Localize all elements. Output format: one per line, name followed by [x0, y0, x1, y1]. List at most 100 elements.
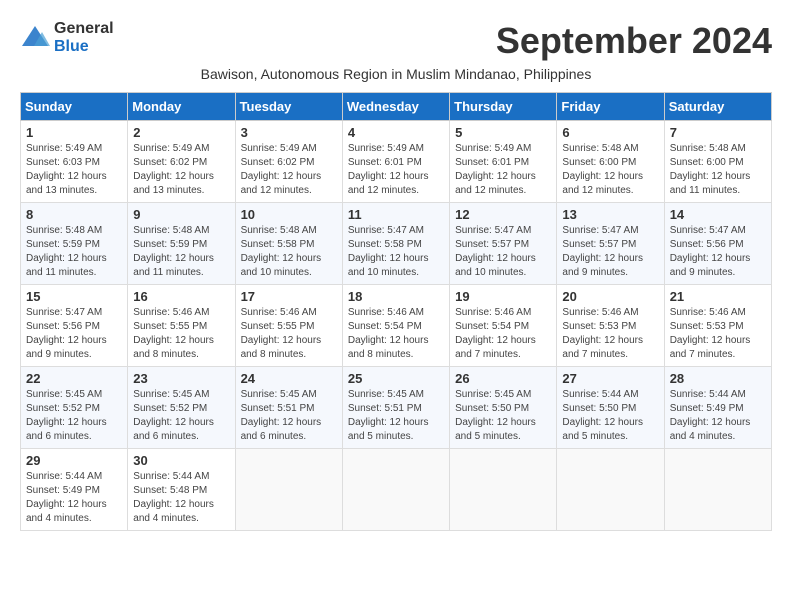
sunset-label: Sunset: 6:02 PM [133, 157, 207, 168]
sunrise-label: Sunrise: 5:46 AM [348, 307, 424, 318]
day-info: Sunrise: 5:49 AM Sunset: 6:01 PM Dayligh… [348, 142, 444, 198]
calendar-cell: 11 Sunrise: 5:47 AM Sunset: 5:58 PM Dayl… [342, 203, 449, 285]
page-subtitle: Bawison, Autonomous Region in Muslim Min… [20, 66, 772, 82]
sunrise-label: Sunrise: 5:49 AM [455, 143, 531, 154]
day-number: 6 [562, 125, 658, 140]
sunset-label: Sunset: 6:01 PM [455, 157, 529, 168]
calendar-table: SundayMondayTuesdayWednesdayThursdayFrid… [20, 92, 772, 531]
sunrise-label: Sunrise: 5:44 AM [562, 389, 638, 400]
daylight-label: Daylight: 12 hours and 11 minutes. [670, 171, 751, 196]
calendar-week-row: 22 Sunrise: 5:45 AM Sunset: 5:52 PM Dayl… [21, 367, 772, 449]
calendar-cell: 15 Sunrise: 5:47 AM Sunset: 5:56 PM Dayl… [21, 285, 128, 367]
day-info: Sunrise: 5:44 AM Sunset: 5:49 PM Dayligh… [670, 388, 766, 444]
sunset-label: Sunset: 6:01 PM [348, 157, 422, 168]
sunset-label: Sunset: 5:55 PM [133, 321, 207, 332]
sunset-label: Sunset: 5:54 PM [455, 321, 529, 332]
daylight-label: Daylight: 12 hours and 10 minutes. [241, 253, 322, 278]
sunrise-label: Sunrise: 5:48 AM [562, 143, 638, 154]
sunset-label: Sunset: 6:00 PM [670, 157, 744, 168]
day-number: 8 [26, 207, 122, 222]
day-info: Sunrise: 5:46 AM Sunset: 5:54 PM Dayligh… [348, 306, 444, 362]
day-info: Sunrise: 5:49 AM Sunset: 6:03 PM Dayligh… [26, 142, 122, 198]
calendar-cell: 29 Sunrise: 5:44 AM Sunset: 5:49 PM Dayl… [21, 449, 128, 531]
day-number: 2 [133, 125, 229, 140]
day-number: 22 [26, 371, 122, 386]
day-number: 15 [26, 289, 122, 304]
day-number: 5 [455, 125, 551, 140]
day-info: Sunrise: 5:45 AM Sunset: 5:52 PM Dayligh… [26, 388, 122, 444]
day-info: Sunrise: 5:48 AM Sunset: 5:58 PM Dayligh… [241, 224, 337, 280]
sunset-label: Sunset: 5:53 PM [562, 321, 636, 332]
day-info: Sunrise: 5:46 AM Sunset: 5:55 PM Dayligh… [241, 306, 337, 362]
day-info: Sunrise: 5:45 AM Sunset: 5:51 PM Dayligh… [241, 388, 337, 444]
daylight-label: Daylight: 12 hours and 12 minutes. [241, 171, 322, 196]
calendar-cell: 7 Sunrise: 5:48 AM Sunset: 6:00 PM Dayli… [664, 121, 771, 203]
day-header-wednesday: Wednesday [342, 93, 449, 121]
day-info: Sunrise: 5:44 AM Sunset: 5:50 PM Dayligh… [562, 388, 658, 444]
daylight-label: Daylight: 12 hours and 12 minutes. [348, 171, 429, 196]
day-info: Sunrise: 5:45 AM Sunset: 5:52 PM Dayligh… [133, 388, 229, 444]
daylight-label: Daylight: 12 hours and 10 minutes. [348, 253, 429, 278]
calendar-cell: 26 Sunrise: 5:45 AM Sunset: 5:50 PM Dayl… [450, 367, 557, 449]
sunset-label: Sunset: 6:03 PM [26, 157, 100, 168]
day-number: 21 [670, 289, 766, 304]
sunrise-label: Sunrise: 5:46 AM [241, 307, 317, 318]
day-number: 28 [670, 371, 766, 386]
sunset-label: Sunset: 5:57 PM [455, 239, 529, 250]
calendar-cell: 28 Sunrise: 5:44 AM Sunset: 5:49 PM Dayl… [664, 367, 771, 449]
calendar-cell: 21 Sunrise: 5:46 AM Sunset: 5:53 PM Dayl… [664, 285, 771, 367]
daylight-label: Daylight: 12 hours and 11 minutes. [133, 253, 214, 278]
daylight-label: Daylight: 12 hours and 10 minutes. [455, 253, 536, 278]
sunset-label: Sunset: 6:00 PM [562, 157, 636, 168]
sunset-label: Sunset: 5:52 PM [133, 403, 207, 414]
daylight-label: Daylight: 12 hours and 13 minutes. [133, 171, 214, 196]
month-title: September 2024 [496, 20, 772, 62]
daylight-label: Daylight: 12 hours and 4 minutes. [670, 417, 751, 442]
calendar-cell: 25 Sunrise: 5:45 AM Sunset: 5:51 PM Dayl… [342, 367, 449, 449]
daylight-label: Daylight: 12 hours and 6 minutes. [241, 417, 322, 442]
sunrise-label: Sunrise: 5:46 AM [670, 307, 746, 318]
calendar-cell: 1 Sunrise: 5:49 AM Sunset: 6:03 PM Dayli… [21, 121, 128, 203]
sunrise-label: Sunrise: 5:46 AM [133, 307, 209, 318]
sunset-label: Sunset: 5:55 PM [241, 321, 315, 332]
day-number: 16 [133, 289, 229, 304]
daylight-label: Daylight: 12 hours and 7 minutes. [562, 335, 643, 360]
daylight-label: Daylight: 12 hours and 4 minutes. [26, 499, 107, 524]
logo-blue: Blue [54, 38, 89, 55]
day-header-monday: Monday [128, 93, 235, 121]
sunrise-label: Sunrise: 5:45 AM [241, 389, 317, 400]
sunrise-label: Sunrise: 5:46 AM [455, 307, 531, 318]
calendar-week-row: 29 Sunrise: 5:44 AM Sunset: 5:49 PM Dayl… [21, 449, 772, 531]
sunset-label: Sunset: 5:58 PM [241, 239, 315, 250]
day-number: 7 [670, 125, 766, 140]
day-info: Sunrise: 5:46 AM Sunset: 5:53 PM Dayligh… [562, 306, 658, 362]
day-info: Sunrise: 5:49 AM Sunset: 6:02 PM Dayligh… [133, 142, 229, 198]
sunrise-label: Sunrise: 5:48 AM [670, 143, 746, 154]
day-info: Sunrise: 5:49 AM Sunset: 6:01 PM Dayligh… [455, 142, 551, 198]
sunset-label: Sunset: 6:02 PM [241, 157, 315, 168]
daylight-label: Daylight: 12 hours and 11 minutes. [26, 253, 107, 278]
day-info: Sunrise: 5:47 AM Sunset: 5:56 PM Dayligh… [670, 224, 766, 280]
sunrise-label: Sunrise: 5:47 AM [348, 225, 424, 236]
sunrise-label: Sunrise: 5:45 AM [455, 389, 531, 400]
day-number: 27 [562, 371, 658, 386]
calendar-cell: 19 Sunrise: 5:46 AM Sunset: 5:54 PM Dayl… [450, 285, 557, 367]
sunset-label: Sunset: 5:50 PM [562, 403, 636, 414]
logo-general: General [54, 20, 114, 37]
day-number: 3 [241, 125, 337, 140]
sunrise-label: Sunrise: 5:47 AM [26, 307, 102, 318]
calendar-cell: 22 Sunrise: 5:45 AM Sunset: 5:52 PM Dayl… [21, 367, 128, 449]
day-info: Sunrise: 5:49 AM Sunset: 6:02 PM Dayligh… [241, 142, 337, 198]
calendar-week-row: 15 Sunrise: 5:47 AM Sunset: 5:56 PM Dayl… [21, 285, 772, 367]
calendar-cell: 17 Sunrise: 5:46 AM Sunset: 5:55 PM Dayl… [235, 285, 342, 367]
daylight-label: Daylight: 12 hours and 8 minutes. [241, 335, 322, 360]
day-header-sunday: Sunday [21, 93, 128, 121]
logo-text: General Blue [54, 20, 114, 56]
sunrise-label: Sunrise: 5:45 AM [26, 389, 102, 400]
sunrise-label: Sunrise: 5:48 AM [26, 225, 102, 236]
calendar-cell: 2 Sunrise: 5:49 AM Sunset: 6:02 PM Dayli… [128, 121, 235, 203]
sunset-label: Sunset: 5:51 PM [348, 403, 422, 414]
sunset-label: Sunset: 5:52 PM [26, 403, 100, 414]
sunset-label: Sunset: 5:49 PM [26, 485, 100, 496]
calendar-cell: 5 Sunrise: 5:49 AM Sunset: 6:01 PM Dayli… [450, 121, 557, 203]
